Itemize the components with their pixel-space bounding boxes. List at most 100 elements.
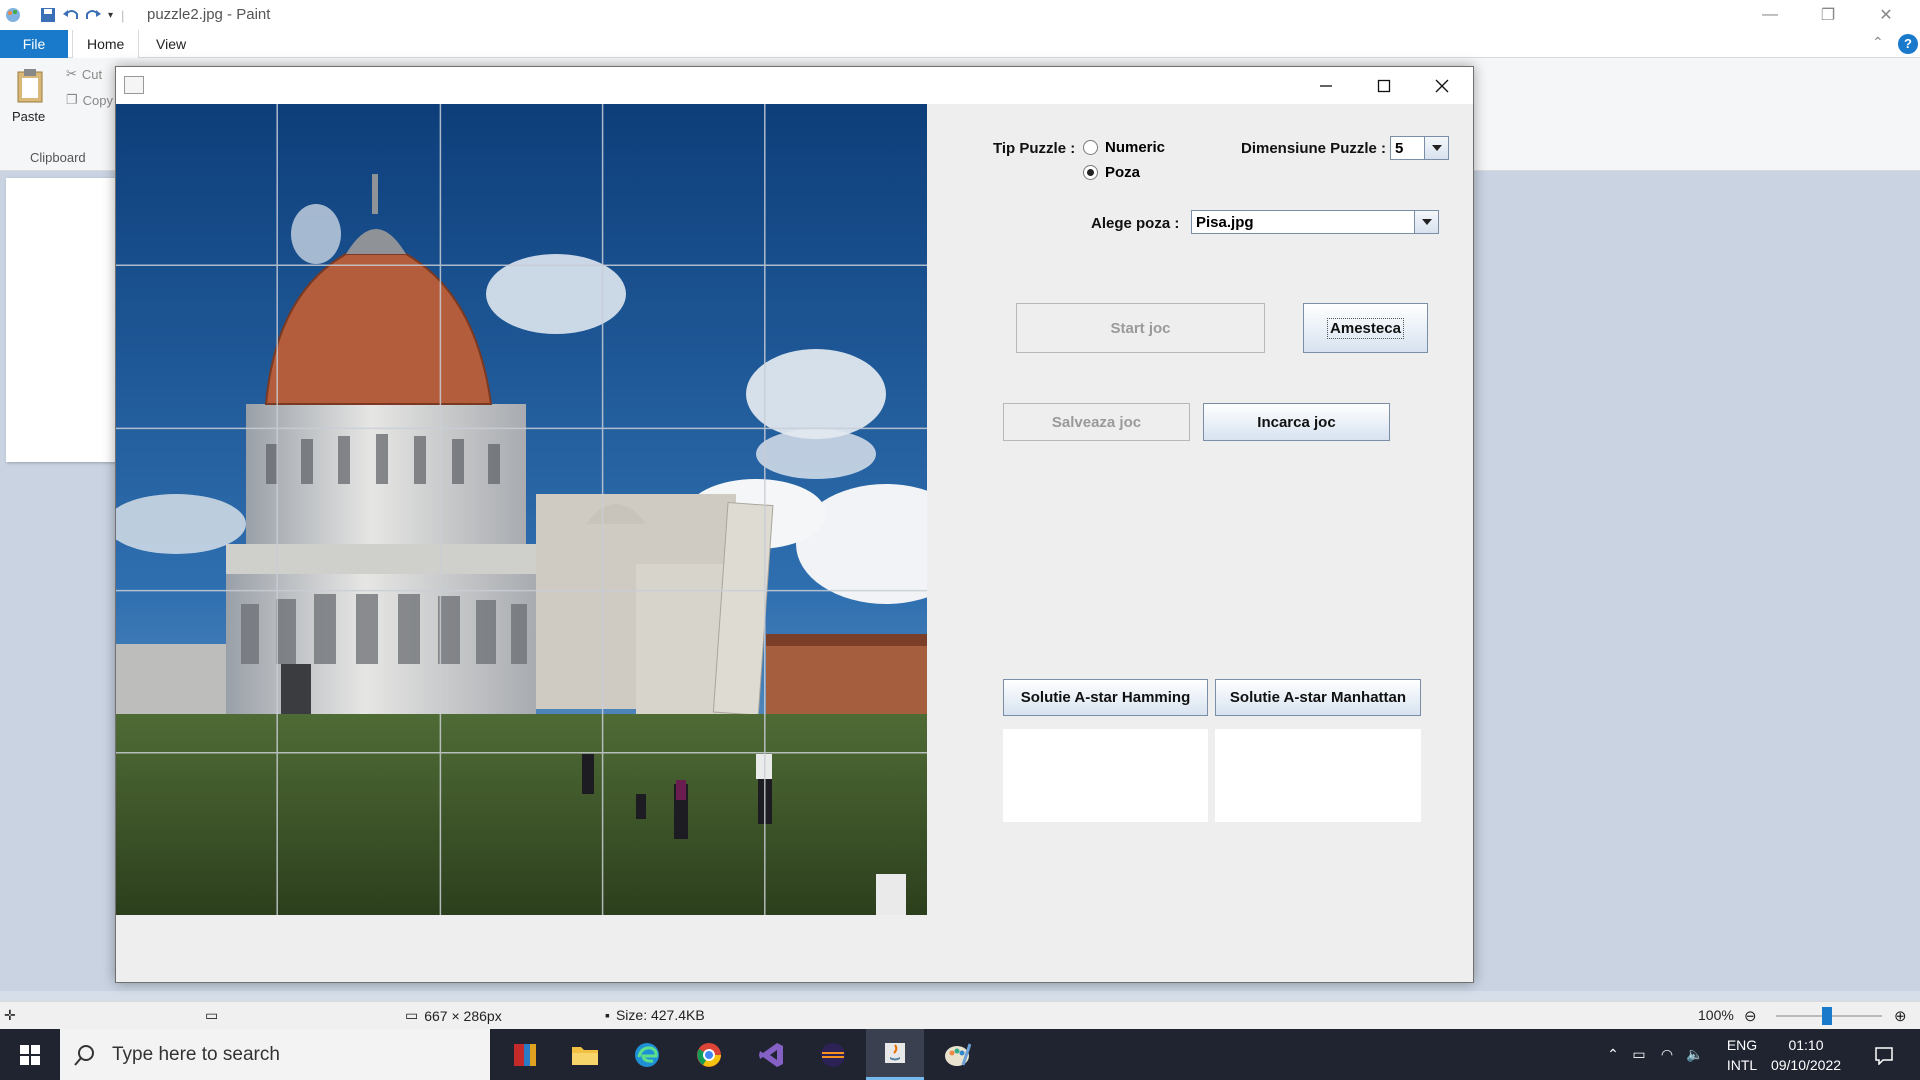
- help-icon[interactable]: ?: [1898, 34, 1918, 54]
- radio-poza[interactable]: Poza: [1083, 164, 1140, 181]
- paint-window-title: puzzle2.jpg - Paint: [147, 6, 271, 23]
- incarca-joc-button[interactable]: Incarca joc: [1203, 403, 1390, 441]
- radio-poza-circle[interactable]: [1083, 165, 1098, 180]
- taskbar-app-paint[interactable]: [928, 1029, 986, 1080]
- alege-poza-value: Pisa.jpg: [1196, 213, 1254, 231]
- folder-icon: [572, 1046, 598, 1065]
- tab-view[interactable]: View: [142, 30, 200, 58]
- paint-canvas[interactable]: [6, 178, 116, 462]
- chevron-down-icon[interactable]: [1424, 137, 1448, 159]
- close-icon: [1435, 79, 1449, 92]
- radio-numeric-circle[interactable]: [1083, 140, 1098, 155]
- taskbar-app-visual-studio[interactable]: [742, 1029, 800, 1080]
- taskbar-app-winrar[interactable]: [496, 1029, 554, 1080]
- redo-icon[interactable]: [82, 6, 104, 24]
- zoom-slider-thumb[interactable]: [1822, 1007, 1832, 1025]
- edge-icon: [635, 1042, 659, 1067]
- collapse-ribbon-icon[interactable]: ⌃: [1872, 34, 1884, 51]
- language-indicator[interactable]: ENG INTL: [1722, 1029, 1762, 1080]
- chevron-up-icon[interactable]: ⌃: [1601, 1046, 1625, 1063]
- dimensiune-puzzle-select[interactable]: 5: [1390, 136, 1449, 160]
- paint-titlebar: ▾ | puzzle2.jpg - Paint — ❐ ✕: [0, 0, 1920, 30]
- tab-home[interactable]: Home: [72, 30, 140, 58]
- windows-logo-icon: [20, 1044, 40, 1065]
- image-size-icon: ▭: [405, 1007, 419, 1023]
- maximize-icon: [1377, 79, 1391, 92]
- cursor-position-icon: ✛: [4, 1007, 16, 1023]
- zoom-level: 100%: [1698, 1007, 1734, 1023]
- chrome-icon: [697, 1042, 721, 1067]
- alege-poza-select[interactable]: Pisa.jpg: [1191, 210, 1439, 234]
- java-app-icon: [124, 76, 144, 94]
- search-placeholder: Type here to search: [112, 1043, 280, 1065]
- dimensiune-puzzle-value: 5: [1395, 139, 1404, 157]
- ribbon-tabs: File Home View ⌃ ?: [0, 30, 1920, 58]
- winrar-icon: [514, 1043, 536, 1066]
- copy-icon: ❐: [66, 92, 78, 107]
- radio-poza-label: Poza: [1105, 164, 1141, 181]
- puzzle-close-button[interactable]: [1413, 67, 1471, 104]
- clipboard-icon: [17, 69, 43, 103]
- alege-poza-label: Alege poza :: [1091, 215, 1180, 232]
- undo-icon[interactable]: [60, 6, 82, 24]
- clipboard-group-label: Clipboard: [30, 150, 86, 165]
- taskbar-app-eclipse[interactable]: [804, 1029, 862, 1080]
- radio-numeric[interactable]: Numeric: [1083, 139, 1165, 156]
- paint-statusbar: ✛ ▭ ▭ 667 × 286px ▪ Size: 427.4KB 100% ⊖…: [0, 1001, 1920, 1029]
- paint-close-button[interactable]: ✕: [1857, 0, 1915, 30]
- image-dimensions: 667 × 286px: [424, 1007, 502, 1024]
- amesteca-button[interactable]: Amesteca: [1303, 303, 1428, 353]
- paste-button[interactable]: Paste: [12, 66, 52, 124]
- taskbar-search-box[interactable]: Type here to search: [60, 1029, 490, 1080]
- paint-restore-button[interactable]: ❐: [1799, 0, 1857, 30]
- notifications-button[interactable]: [1864, 1029, 1904, 1080]
- minimize-icon: [1320, 84, 1332, 87]
- copy-button[interactable]: ❐ Copy: [66, 92, 113, 108]
- taskbar-app-edge[interactable]: [618, 1029, 676, 1080]
- disk-icon: ▪: [605, 1007, 610, 1023]
- search-icon: [74, 1044, 94, 1066]
- zoom-slider[interactable]: [1776, 1007, 1882, 1025]
- start-joc-button[interactable]: Start joc: [1016, 303, 1265, 353]
- solutie-manhattan-button[interactable]: Solutie A-star Manhattan: [1215, 679, 1421, 716]
- eclipse-icon: [821, 1042, 845, 1067]
- pisa-picture: [116, 104, 927, 915]
- puzzle-window: Tip Puzzle : Numeric Poza Dimensiune Puz…: [115, 66, 1474, 983]
- taskbar-app-file-explorer[interactable]: [556, 1029, 614, 1080]
- battery-icon[interactable]: ▭: [1625, 1046, 1653, 1063]
- file-size: Size: 427.4KB: [615, 1007, 705, 1023]
- hamming-result-area: [1003, 729, 1208, 822]
- paste-label: Paste: [12, 109, 46, 124]
- visual-studio-icon: [759, 1042, 783, 1067]
- clock-time: 01:10: [1788, 1036, 1824, 1053]
- zoom-in-icon[interactable]: ⊕: [1894, 1007, 1907, 1025]
- puzzle-minimize-button[interactable]: [1297, 67, 1355, 104]
- tip-puzzle-label: Tip Puzzle :: [993, 140, 1076, 157]
- solutie-hamming-button[interactable]: Solutie A-star Hamming: [1003, 679, 1208, 716]
- wifi-icon[interactable]: ◠: [1653, 1046, 1681, 1063]
- chevron-down-icon[interactable]: [1414, 211, 1438, 233]
- save-icon[interactable]: [38, 6, 60, 24]
- salveaza-joc-button[interactable]: Salveaza joc: [1003, 403, 1190, 441]
- puzzle-maximize-button[interactable]: [1355, 67, 1413, 104]
- lang-bottom: INTL: [1726, 1056, 1758, 1073]
- puzzle-window-titlebar: [116, 67, 1473, 104]
- customize-qat-icon[interactable]: ▾: [108, 10, 113, 21]
- manhattan-result-area: [1215, 729, 1421, 822]
- lang-top: ENG: [1726, 1036, 1758, 1053]
- java-icon: [885, 1043, 905, 1063]
- tab-file[interactable]: File: [0, 30, 68, 58]
- scissors-icon: ✂: [66, 66, 77, 81]
- zoom-out-icon[interactable]: ⊖: [1744, 1007, 1757, 1025]
- start-button[interactable]: [0, 1029, 60, 1080]
- selection-size-icon: ▭: [205, 1007, 219, 1023]
- paint-minimize-button[interactable]: —: [1741, 0, 1799, 30]
- notification-icon: [1875, 1046, 1893, 1065]
- taskbar-app-chrome[interactable]: [680, 1029, 738, 1080]
- cut-button[interactable]: ✂ Cut: [66, 66, 102, 82]
- volume-icon[interactable]: 🔈: [1681, 1046, 1709, 1063]
- paint-app-icon: [6, 8, 20, 22]
- taskbar-app-java[interactable]: [866, 1029, 924, 1080]
- puzzle-board[interactable]: [116, 104, 927, 915]
- clock[interactable]: 01:10 09/10/2022: [1766, 1029, 1846, 1080]
